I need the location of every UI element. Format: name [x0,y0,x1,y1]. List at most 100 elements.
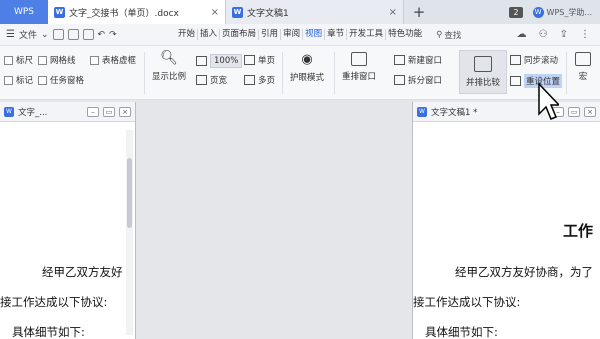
tab-developer[interactable]: 开发工具 [347,29,387,40]
zoom-icon: 🔍︎ [160,50,178,66]
zoom-100-button[interactable]: 100% [196,54,243,68]
gridlines-checkbox[interactable]: 网格线 [38,54,76,66]
chevron-down-icon[interactable]: ⌄ [41,30,49,40]
account-avatar-icon: W [532,6,544,18]
undo-icon[interactable]: ↶ [98,30,106,40]
checkbox-box[interactable] [4,75,13,85]
more-icon[interactable]: ⋮ [580,29,590,40]
close-icon[interactable]: × [584,106,596,117]
tab-review[interactable]: 审阅 [281,29,304,40]
account-button[interactable]: W WPS_学助... [532,6,592,18]
search-label: 查找 [444,30,462,41]
tab-page-layout[interactable]: 页面布局 [220,29,260,40]
close-icon[interactable]: × [119,106,131,117]
task-pane-label: 任务窗格 [50,76,85,86]
ruler-checkbox[interactable]: 标尺 [4,54,33,66]
split-window-label: 拆分窗口 [408,76,443,86]
sync-scroll-label: 同步滚动 [524,56,559,66]
user-icon[interactable]: ⚇ [539,29,548,40]
redo-icon[interactable]: ↷ [109,30,117,40]
left-document-window[interactable]: W 文字_... – ▭ × 经甲乙双方友好 接工作达成以下协议: 具体细节如下… [0,102,136,339]
checkbox-box[interactable] [38,55,47,65]
new-window-button[interactable]: 新建窗口 [394,54,442,66]
checkbox-box[interactable] [90,55,99,65]
preview-icon[interactable] [82,29,94,40]
split-window-button[interactable]: 拆分窗口 [394,74,442,86]
document-line: 接工作达成以下协议: [413,295,521,309]
left-window-titlebar[interactable]: W 文字_... – ▭ × [0,102,135,122]
mouse-pointer-icon [538,82,559,120]
share-icon[interactable]: ⇪ [560,29,568,40]
display-ratio-label: 显示比例 [152,72,187,82]
close-tab-icon[interactable]: × [211,7,219,18]
checkbox-box[interactable] [38,75,47,85]
markup-checkbox[interactable]: 标记 [4,74,33,86]
new-window-icon [394,55,405,65]
close-tab-icon[interactable]: × [389,7,397,18]
eye-icon: ◉ [301,52,313,67]
eye-mode-button[interactable]: ◉ 护眼模式 [290,52,324,83]
tab-document-1[interactable]: W 文字_交接书（单页）.docx × [48,0,226,24]
display-ratio-button[interactable]: 🔍︎ 显示比例 [152,50,186,82]
macro-label: 宏 [578,72,588,82]
single-page-button[interactable]: 单页 [244,54,275,66]
print-icon[interactable] [67,29,79,40]
split-window-icon [394,75,405,85]
tab-home[interactable]: 开始 [176,29,199,40]
cloud-icon[interactable]: ☁ [517,29,527,40]
side-by-side-button[interactable]: 并排比较 [459,50,507,94]
minimize-icon[interactable]: – [87,106,99,117]
account-name: WPS_学助... [546,7,592,17]
markup-label: 标记 [16,76,34,86]
wps-home-button[interactable]: WPS [0,0,48,24]
task-pane-checkbox[interactable]: 任务窗格 [38,74,84,86]
side-by-side-label: 并排比较 [465,78,500,88]
file-menu[interactable]: 文件 [19,28,37,41]
zoom-100-icon [196,56,207,66]
left-vertical-scrollbar[interactable] [126,130,133,335]
window-count-badge[interactable]: 2 [509,6,523,18]
document-line: 具体细节如下: [12,325,85,339]
hamburger-menu-icon[interactable]: ☰ [6,29,15,40]
multi-page-button[interactable]: 多页 [244,74,275,86]
eye-mode-label: 护眼模式 [290,73,325,83]
tab-features[interactable]: 特色功能 [386,29,424,40]
tab-insert[interactable]: 插入 [198,29,221,40]
tab-label: 文字_交接书（单页）.docx [69,8,179,19]
tab-document-2[interactable]: W 文字文稿1 × [226,0,404,24]
rearrange-window-label: 重排窗口 [342,72,377,82]
right-document-window[interactable]: W 文字文稿1 * – ▭ × 工作 经甲乙双方友好协商，为了 接工作达成以下协… [412,102,600,339]
macro-button[interactable]: 宏 [575,52,591,82]
sync-scroll-button[interactable]: 同步滚动 [510,54,558,66]
writer-doc-icon: W [54,6,65,18]
page-width-label: 页宽 [210,76,228,86]
restore-icon[interactable]: ▭ [568,106,580,117]
writer-doc-icon: W [232,6,243,18]
writer-doc-icon: W [4,106,14,117]
left-window-title: 文字_... [18,107,48,118]
rearrange-window-button[interactable]: 重排窗口 [342,52,376,82]
restore-icon[interactable]: ▭ [103,106,115,117]
document-heading: 工作 [563,222,594,240]
table-gridlines-checkbox[interactable]: 表格虚框 [90,54,136,66]
tab-chapter[interactable]: 章节 [325,29,348,40]
new-tab-button[interactable]: + [404,0,434,24]
new-window-label: 新建窗口 [408,56,443,66]
search-icon: ⚲ [436,29,443,40]
side-by-side-icon [474,56,492,72]
tab-view[interactable]: 视图 [303,29,326,40]
page-width-button[interactable]: 页宽 [196,74,227,86]
ribbon-divider [282,52,283,94]
writer-doc-icon: W [417,106,427,117]
right-window-titlebar[interactable]: W 文字文稿1 * – ▭ × [413,102,600,122]
document-line: 经甲乙双方友好 [42,265,123,279]
save-icon[interactable] [52,29,64,40]
tab-references[interactable]: 引用 [259,29,282,40]
single-page-label: 单页 [258,56,276,66]
scrollbar-thumb[interactable] [127,158,132,228]
checkbox-box[interactable] [4,55,13,65]
tab-label: 文字文稿1 [247,8,289,19]
search-button[interactable]: ⚲ 查找 [436,29,461,41]
ruler-label: 标尺 [16,56,34,66]
menu-bar: ☰ 文件 ⌄ ↶ ↷ 开始 插入 页面布局 引用 审阅 视图 章节 开发工具 特… [0,24,600,46]
